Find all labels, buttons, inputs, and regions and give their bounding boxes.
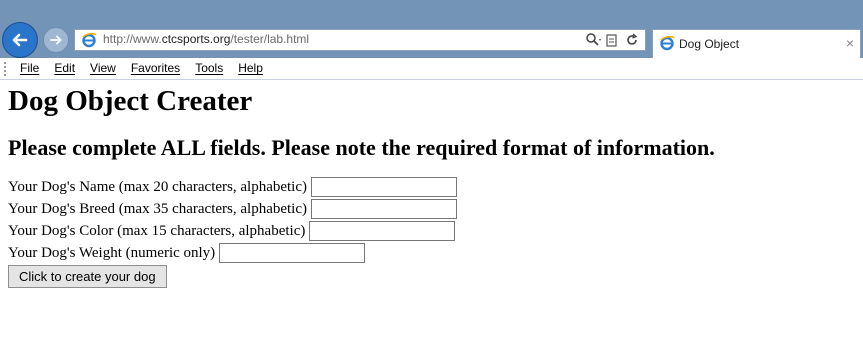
menu-item-favorites[interactable]: Favorites xyxy=(131,61,180,75)
form-row-color: Your Dog's Color (max 15 characters, alp… xyxy=(8,220,858,242)
close-icon[interactable]: × xyxy=(846,35,854,51)
form-row-name: Your Dog's Name (max 20 characters, alph… xyxy=(8,176,858,198)
url-domain: ctcsports.org xyxy=(161,32,231,46)
address-bar[interactable]: http://www.ctcsports.org/tester/lab.html xyxy=(74,29,646,51)
dog-breed-label: Your Dog's Breed (max 35 characters, alp… xyxy=(8,200,307,217)
menu-grip xyxy=(4,62,8,76)
url-text[interactable]: http://www.ctcsports.org/tester/lab.html xyxy=(103,32,309,46)
forward-arrow-icon xyxy=(50,35,62,45)
url-prefix: http://www. xyxy=(103,32,162,46)
menu-bar: File Edit View Favorites Tools Help xyxy=(0,58,863,80)
back-button[interactable] xyxy=(2,22,38,58)
refresh-icon[interactable] xyxy=(625,32,639,48)
menu-item-tools[interactable]: Tools xyxy=(195,61,223,75)
tab-title: Dog Object xyxy=(679,37,740,51)
forward-button[interactable] xyxy=(43,27,69,53)
dog-name-label: Your Dog's Name (max 20 characters, alph… xyxy=(8,178,307,195)
dog-color-label: Your Dog's Color (max 15 characters, alp… xyxy=(8,222,306,239)
dog-color-input[interactable] xyxy=(309,221,456,241)
page-title: Dog Object Creater xyxy=(8,85,253,117)
dog-weight-label: Your Dog's Weight (numeric only) xyxy=(8,244,216,261)
page-instructions: Please complete ALL fields. Please note … xyxy=(8,135,715,160)
internet-explorer-icon xyxy=(82,32,97,48)
back-arrow-icon xyxy=(12,33,28,47)
dog-form: Your Dog's Name (max 20 characters, alph… xyxy=(8,176,858,288)
url-path: /tester/lab.html xyxy=(230,32,310,46)
dog-weight-input[interactable] xyxy=(219,243,366,263)
search-icon[interactable] xyxy=(585,32,601,48)
browser-titlebar: http://www.ctcsports.org/tester/lab.html… xyxy=(0,0,863,58)
compatibility-view-icon[interactable] xyxy=(605,32,619,48)
tab-dog-object[interactable]: Dog Object × xyxy=(652,29,861,58)
form-row-weight: Your Dog's Weight (numeric only) xyxy=(8,242,858,264)
internet-explorer-icon xyxy=(660,35,675,51)
dog-name-input[interactable] xyxy=(311,177,457,197)
dog-breed-input[interactable] xyxy=(311,199,457,219)
menu-item-help[interactable]: Help xyxy=(238,61,263,75)
form-row-breed: Your Dog's Breed (max 35 characters, alp… xyxy=(8,198,858,220)
menu-item-edit[interactable]: Edit xyxy=(54,61,75,75)
create-dog-button[interactable]: Click to create your dog xyxy=(8,265,167,288)
menu-item-view[interactable]: View xyxy=(90,61,116,75)
page-content: Dog Object Creater Please complete ALL f… xyxy=(8,84,858,288)
menu-item-file[interactable]: File xyxy=(20,61,39,75)
